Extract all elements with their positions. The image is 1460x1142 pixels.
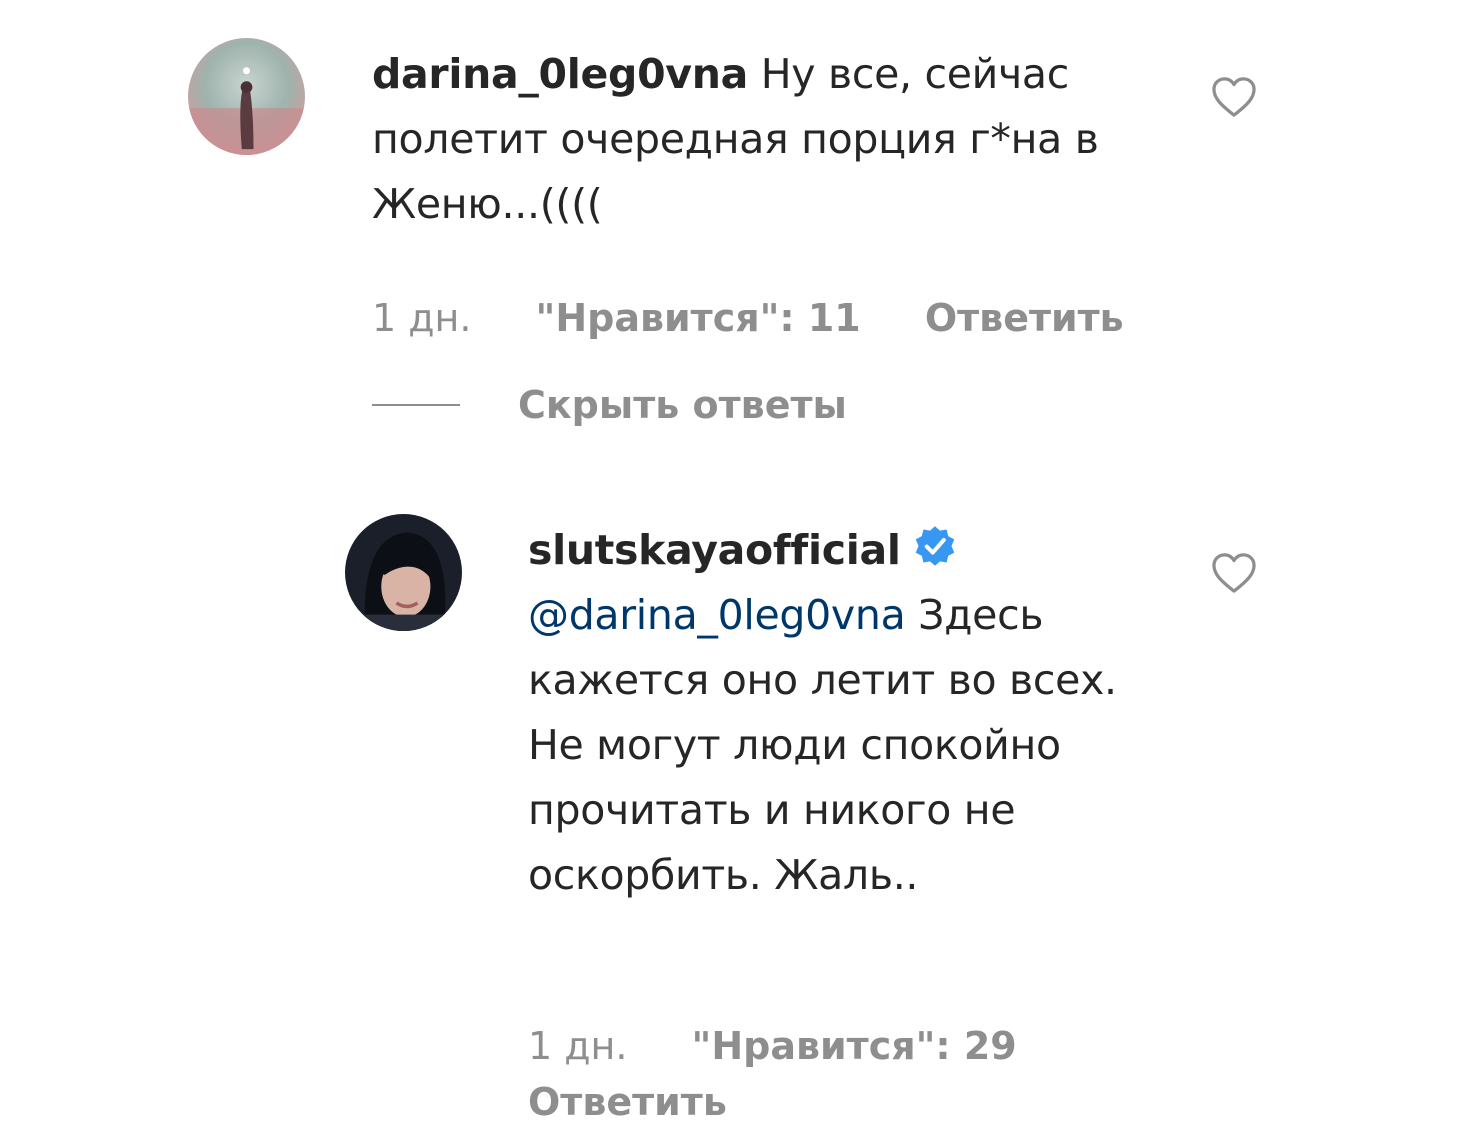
comment-likes[interactable]: "Нравится": 29 bbox=[692, 1024, 1017, 1068]
avatar-image bbox=[345, 514, 462, 631]
comment-body: slutskayaofficial @darina_0leg0vna Здесь… bbox=[528, 518, 1128, 908]
comment-meta: 1 дн. "Нравится": 29 bbox=[528, 1024, 1017, 1068]
comment-likes[interactable]: "Нравится": 11 bbox=[536, 296, 861, 340]
like-button[interactable] bbox=[1211, 552, 1257, 594]
hide-replies-label: Скрыть ответы bbox=[518, 383, 847, 427]
divider bbox=[372, 404, 460, 406]
like-button[interactable] bbox=[1211, 76, 1257, 118]
comment-username[interactable]: slutskayaofficial bbox=[528, 526, 901, 574]
comment-meta: 1 дн. "Нравится": 11 Ответить bbox=[372, 296, 1124, 340]
reply-row: Ответить bbox=[528, 1080, 727, 1124]
comment-time[interactable]: 1 дн. bbox=[372, 296, 471, 340]
comments-thread: darina_0leg0vna Ну все, сейчас полетит о… bbox=[0, 0, 1460, 1142]
reply-button[interactable]: Ответить bbox=[528, 1080, 727, 1124]
verified-badge-icon bbox=[913, 524, 957, 568]
avatar-darina[interactable] bbox=[188, 38, 305, 155]
avatar-slutskaya[interactable] bbox=[345, 514, 462, 631]
reply-button[interactable]: Ответить bbox=[925, 296, 1124, 340]
heart-outline-icon bbox=[1212, 553, 1256, 593]
mention-link[interactable]: @darina_0leg0vna bbox=[528, 591, 906, 639]
comment-time[interactable]: 1 дн. bbox=[528, 1024, 627, 1068]
comment-body: darina_0leg0vna Ну все, сейчас полетит о… bbox=[372, 42, 1152, 237]
hide-replies-button[interactable]: Скрыть ответы bbox=[372, 380, 847, 430]
avatar-image bbox=[188, 38, 305, 155]
comment-username[interactable]: darina_0leg0vna bbox=[372, 50, 748, 98]
heart-outline-icon bbox=[1212, 77, 1256, 117]
